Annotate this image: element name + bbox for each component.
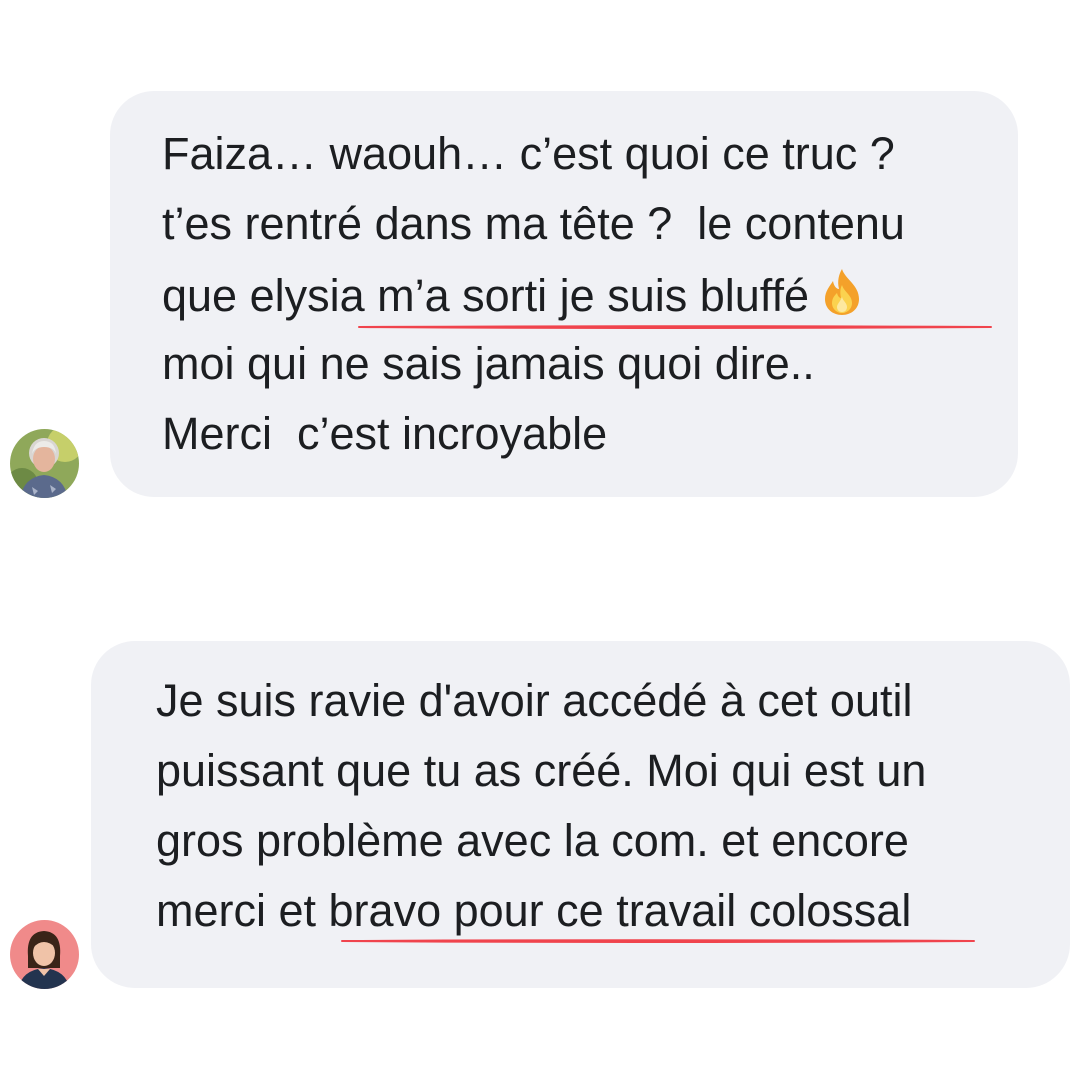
message-line: puissant que tu as créé. Moi qui est un (156, 745, 927, 796)
message-line: Merci c’est incroyable (162, 408, 608, 459)
user-avatar[interactable] (10, 429, 79, 498)
message-line: moi qui ne sais jamais quoi dire.. (162, 338, 815, 389)
underline-annotation (341, 939, 975, 943)
message-line: Je suis ravie d'avoir accédé à cet outil (156, 675, 913, 726)
user-avatar[interactable] (10, 920, 79, 989)
message-bubble[interactable]: Faiza… waouh… c’est quoi ce truc ? t’es … (110, 91, 1018, 497)
message-line: gros problème avec la com. et encore (156, 815, 909, 866)
message-line: merci et bravo pour ce travail colossal (156, 885, 912, 936)
message-line: Faiza… waouh… c’est quoi ce truc ? (162, 128, 895, 179)
underline-annotation (358, 325, 992, 329)
message-line: t’es rentré dans ma tête ? le contenu (162, 198, 905, 249)
message-line-text: que elysia m’a sorti je suis bluffé (162, 270, 809, 321)
